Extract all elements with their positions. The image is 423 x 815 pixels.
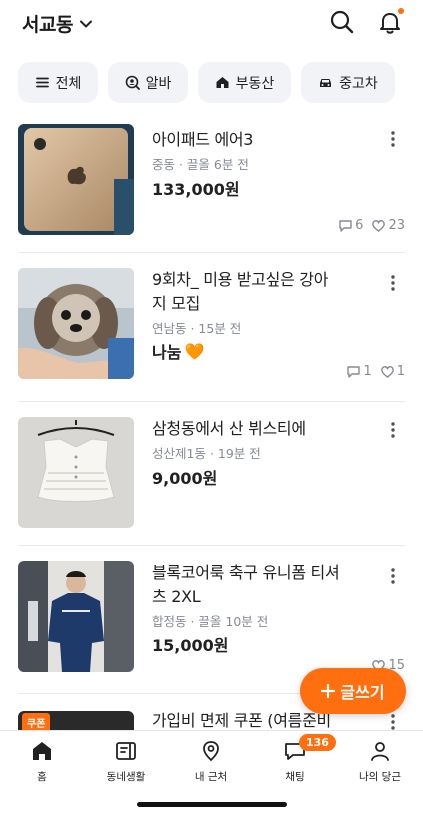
item-thumbnail <box>18 124 134 235</box>
chip-all-label: 전체 <box>55 75 82 92</box>
notification-dot <box>398 8 404 14</box>
item-thumbnail: 쿠폰 <box>18 711 134 730</box>
chip-cars-label: 중고차 <box>339 75 378 92</box>
item-thumbnail <box>18 561 134 672</box>
plus-icon <box>321 684 336 698</box>
tab-my-karrot-label: 나의 당근 <box>359 771 401 783</box>
tab-home-label: 홈 <box>37 771 47 783</box>
list-item[interactable]: 아이패드 에어3 중동 · 끌올 6분 전 133,000원 6 23 <box>0 124 423 252</box>
tab-chat[interactable]: 136 채팅 <box>253 734 337 784</box>
item-title-line1: 9회차_ 미용 받고싶은 강아 <box>152 270 329 289</box>
item-meta: 중동 · 끌올 6분 전 <box>152 157 249 172</box>
person-icon <box>371 742 389 761</box>
menu-icon <box>35 77 49 88</box>
item-title: 블록코어룩 축구 유니폼 티셔 츠 2XL <box>152 561 357 609</box>
chip-all[interactable]: 전체 <box>18 62 98 103</box>
location-selector[interactable]: 서교동 <box>22 10 93 37</box>
item-title: 아이패드 에어3 <box>152 130 254 149</box>
chat-bubble-icon <box>347 366 361 378</box>
home-indicator <box>137 802 287 807</box>
chip-realestate[interactable]: 부동산 <box>198 62 291 103</box>
item-stats: 1 1 <box>346 364 405 379</box>
more-options-icon[interactable] <box>383 129 403 149</box>
like-count: 23 <box>388 218 405 233</box>
item-meta: 합정동 · 끌올 10분 전 <box>152 614 269 629</box>
item-divider <box>18 401 405 402</box>
category-chips: 전체 알바 부동산 중고차 <box>18 62 395 103</box>
more-options-icon[interactable] <box>383 566 403 586</box>
like-count: 1 <box>396 364 405 379</box>
list-item[interactable]: 9회차_ 미용 받고싶은 강아 지 모집 연남동 · 15분 전 나눔 🧡 1 … <box>0 268 423 400</box>
write-post-button[interactable]: 글쓰기 <box>300 668 406 714</box>
item-divider <box>18 252 405 253</box>
chat-count: 6 <box>355 218 364 233</box>
heart-icon <box>372 220 386 232</box>
location-label: 서교동 <box>22 14 73 36</box>
chat-unread-badge: 136 <box>299 734 336 751</box>
orange-heart-emoji: 🧡 <box>184 341 205 361</box>
chip-jobs-label: 알바 <box>145 75 172 92</box>
search-icon[interactable] <box>329 9 355 35</box>
tab-nearby-label: 내 근처 <box>194 771 228 783</box>
item-thumbnail <box>18 417 134 528</box>
more-options-icon[interactable] <box>383 712 403 730</box>
chip-cars[interactable]: 중고차 <box>301 62 395 103</box>
coupon-tag: 쿠폰 <box>22 713 51 730</box>
item-title-line2: 지 모집 <box>152 294 201 313</box>
item-title-line1: 블록코어룩 축구 유니폼 티셔 <box>152 563 340 582</box>
search-person-icon <box>125 75 140 90</box>
more-options-icon[interactable] <box>383 420 403 440</box>
tab-community[interactable]: 동네생활 <box>84 739 168 784</box>
chat-bubble-icon <box>339 220 352 232</box>
list-item[interactable]: 삼청동에서 산 뷔스티에 성산제1동 · 19분 전 9,000원 <box>0 417 423 545</box>
home-icon <box>33 742 51 760</box>
chip-realestate-label: 부동산 <box>235 75 275 92</box>
top-bar: 서교동 <box>0 0 423 46</box>
more-options-icon[interactable] <box>383 273 403 293</box>
tab-my-karrot[interactable]: 나의 당근 <box>338 739 422 784</box>
item-meta: 연남동 · 15분 전 <box>152 321 242 336</box>
item-price: 133,000원 <box>152 180 240 199</box>
location-pin-icon <box>203 741 219 762</box>
item-meta: 성산제1동 · 19분 전 <box>152 446 261 461</box>
tab-nearby[interactable]: 내 근처 <box>169 739 253 784</box>
car-icon <box>320 79 332 87</box>
item-price: 15,000원 <box>152 636 229 655</box>
tab-community-label: 동네생활 <box>106 771 146 783</box>
item-divider <box>18 545 405 546</box>
item-price: 9,000원 <box>152 469 218 488</box>
community-icon <box>116 742 136 760</box>
item-price: 나눔 <box>152 343 182 362</box>
chip-jobs[interactable]: 알바 <box>108 62 188 103</box>
item-title: 9회차_ 미용 받고싶은 강아 지 모집 <box>152 268 357 316</box>
chevron-down-icon <box>79 20 92 27</box>
house-icon <box>216 77 229 88</box>
item-title: 삼청동에서 산 뷔스티에 <box>152 419 306 438</box>
chat-count: 1 <box>363 364 372 379</box>
write-post-label: 글쓰기 <box>340 683 385 702</box>
item-thumbnail <box>18 268 134 379</box>
item-stats: 6 23 <box>338 218 405 233</box>
item-title-line2: 츠 2XL <box>152 587 201 606</box>
tab-chat-label: 채팅 <box>285 771 305 783</box>
heart-icon <box>380 366 394 378</box>
tab-home[interactable]: 홈 <box>0 739 84 784</box>
item-price-row: 나눔 🧡 <box>152 339 204 363</box>
